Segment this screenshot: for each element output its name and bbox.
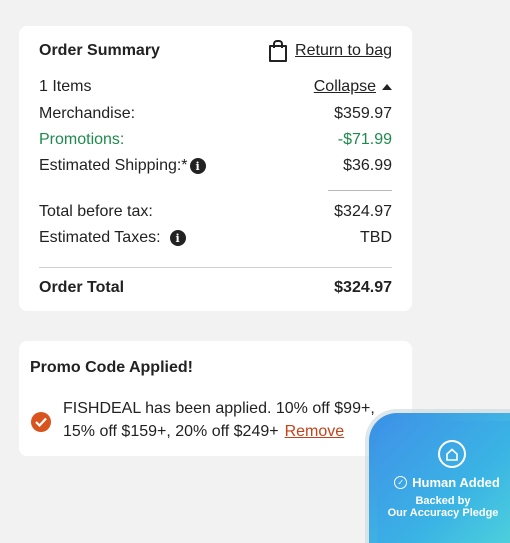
shipping-row: Estimated Shipping:* i $36.99 [39, 155, 392, 177]
order-summary-title: Order Summary [39, 42, 160, 59]
taxes-label: Estimated Taxes: [39, 229, 161, 246]
info-icon[interactable]: i [189, 158, 206, 174]
promotions-value: -$71.99 [337, 131, 392, 148]
remove-promo-link[interactable]: Remove [285, 423, 345, 440]
badge-headline: Human Added [412, 475, 500, 490]
before-tax-row: Total before tax: $324.97 [39, 201, 392, 223]
order-total-label: Order Total [39, 279, 125, 296]
promo-title: Promo Code Applied! [30, 359, 193, 376]
promo-code-card: Promo Code Applied! FISHDEAL has been ap… [19, 341, 412, 456]
promo-message-block: FISHDEAL has been applied. 10% off $99+,… [63, 397, 393, 443]
badge-headline-row: ✓ Human Added [387, 475, 507, 490]
shipping-value: $36.99 [343, 157, 392, 174]
house-icon [438, 440, 466, 468]
merchandise-label: Merchandise: [39, 105, 136, 122]
shopping-bag-icon [269, 39, 288, 62]
items-row: 1 Items Collapse [39, 76, 392, 98]
order-total-row: Order Total $324.97 [39, 277, 392, 299]
before-tax-label: Total before tax: [39, 203, 153, 220]
promotions-label: Promotions: [39, 131, 125, 148]
check-icon: ✓ [394, 476, 408, 489]
summary-header: Order Summary Return to bag [39, 39, 392, 62]
badge-subtext: Backed by Our Accuracy Pledge [377, 495, 509, 519]
collapse-toggle[interactable]: Collapse [314, 78, 392, 96]
before-tax-value: $324.97 [334, 203, 392, 220]
badge-line2: Our Accuracy Pledge [387, 507, 499, 519]
caret-up-icon [382, 84, 392, 90]
collapse-label: Collapse [313, 78, 376, 95]
promotions-row: Promotions: -$71.99 [39, 129, 392, 151]
return-to-bag-label: Return to bag [295, 42, 392, 59]
badge-panel: ✓ Human Added Backed by Our Accuracy Ple… [377, 421, 510, 543]
merchandise-row: Merchandise: $359.97 [39, 103, 392, 125]
total-divider [39, 267, 392, 268]
items-count: 1 Items [39, 78, 92, 95]
taxes-value: TBD [360, 229, 392, 246]
subtotal-divider [328, 190, 392, 191]
order-total-value: $324.97 [334, 279, 392, 296]
badge-line1: Backed by [415, 495, 471, 507]
taxes-row: Estimated Taxes: i TBD [39, 227, 392, 249]
merchandise-value: $359.97 [334, 105, 392, 122]
human-added-badge[interactable]: ✓ Human Added Backed by Our Accuracy Ple… [369, 413, 510, 543]
check-circle-icon [31, 412, 51, 432]
order-summary-card: Order Summary Return to bag 1 Items Coll… [19, 26, 412, 311]
return-to-bag-link[interactable]: Return to bag [269, 39, 392, 62]
shipping-label: Estimated Shipping:* [39, 157, 188, 174]
info-icon[interactable]: i [169, 230, 186, 246]
